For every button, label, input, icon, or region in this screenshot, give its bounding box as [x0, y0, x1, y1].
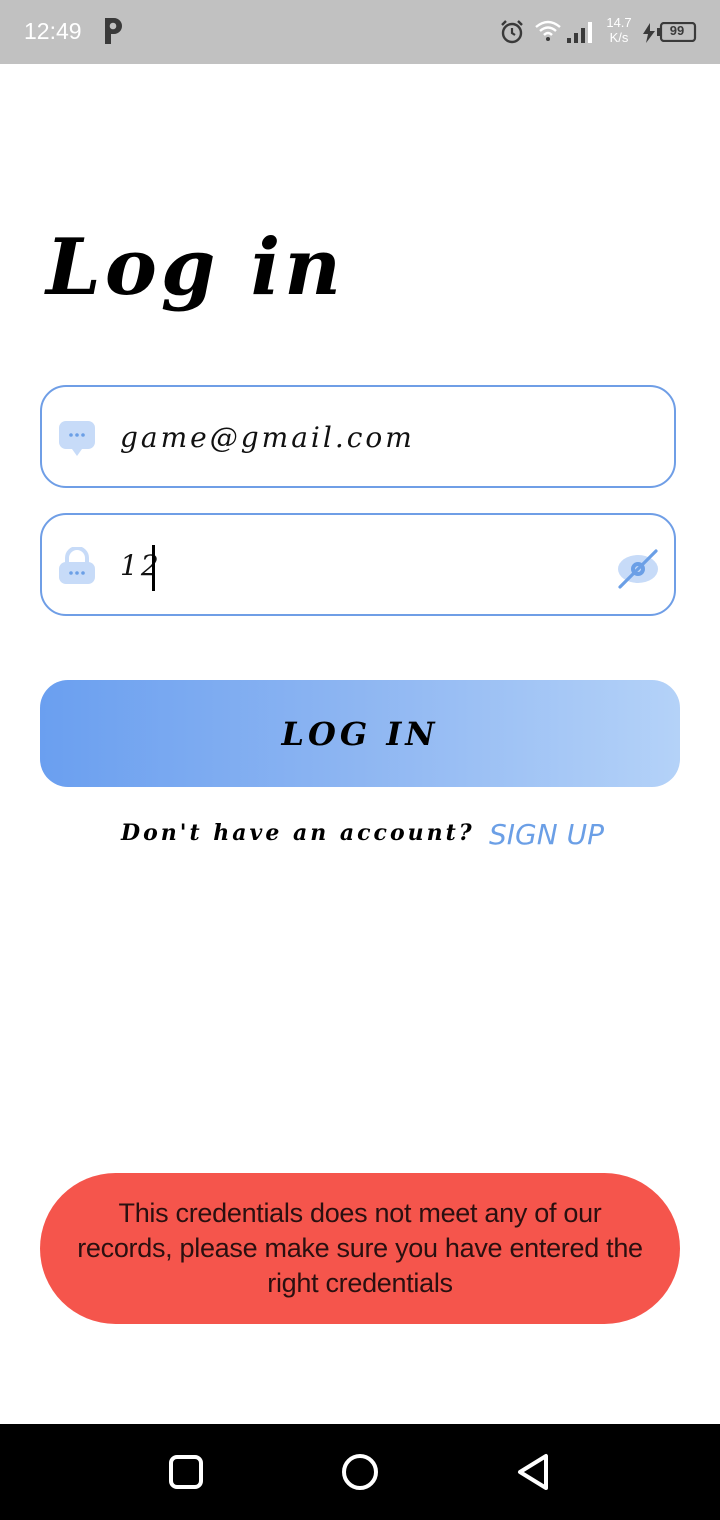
text-cursor [152, 545, 155, 591]
signup-prompt: Don't have an account? [121, 820, 475, 846]
navigation-bar [0, 1424, 720, 1520]
email-input[interactable] [120, 413, 600, 461]
home-icon[interactable] [338, 1450, 382, 1494]
password-field[interactable] [40, 513, 676, 616]
recent-apps-icon[interactable] [164, 1450, 208, 1494]
eye-off-icon[interactable] [616, 545, 660, 589]
error-toast: This credentials does not meet any of ou… [40, 1173, 680, 1324]
status-bar: 12:49 14.7 K/s 99 [0, 0, 720, 64]
parking-app-icon [105, 18, 122, 44]
signup-row: Don't have an account? SIGN UP [0, 816, 720, 856]
net-speed-value: 14.7 [606, 15, 632, 30]
email-field[interactable] [40, 385, 676, 488]
signal-icon [567, 22, 592, 43]
message-icon [59, 421, 95, 456]
alarm-icon [501, 20, 523, 44]
login-button[interactable]: LOG IN [40, 680, 680, 787]
status-time: 12:49 [24, 18, 82, 44]
wifi-icon [535, 20, 561, 41]
password-input[interactable] [120, 541, 600, 589]
battery-level: 99 [669, 23, 685, 38]
back-icon[interactable] [512, 1450, 556, 1494]
error-message: This credentials does not meet any of ou… [77, 1198, 643, 1298]
net-speed-unit: K/s [609, 30, 629, 45]
charging-icon [643, 23, 655, 43]
signup-link[interactable]: SIGN UP [489, 818, 604, 851]
network-speed: 14.7 K/s [604, 15, 634, 45]
page-title: Log in [46, 222, 345, 313]
lock-icon [59, 547, 95, 584]
